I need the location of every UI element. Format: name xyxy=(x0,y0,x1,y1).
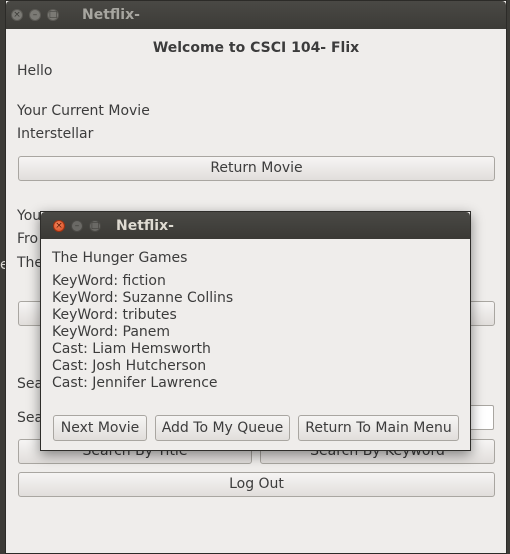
movie-detail-line: KeyWord: Panem xyxy=(52,324,171,340)
close-icon[interactable]: × xyxy=(11,9,23,21)
maximize-icon[interactable]: □ xyxy=(47,9,59,21)
minimize-icon[interactable]: – xyxy=(29,9,41,21)
close-icon[interactable]: × xyxy=(53,220,65,232)
movie-dialog: × – □ Netflix- The Hunger Games KeyWord:… xyxy=(40,211,471,451)
greeting-text: Hello xyxy=(17,63,53,79)
current-movie-label: Your Current Movie xyxy=(17,103,150,119)
return-to-main-menu-button[interactable]: Return To Main Menu xyxy=(298,415,459,441)
main-titlebar[interactable]: × – □ Netflix- xyxy=(6,1,506,29)
movie-detail-line: Cast: Jennifer Lawrence xyxy=(52,375,218,391)
next-movie-button[interactable]: Next Movie xyxy=(53,415,147,441)
dialog-title: Netflix- xyxy=(116,218,174,234)
current-movie-value: Interstellar xyxy=(17,126,94,142)
front-label-partial: Fro xyxy=(17,231,39,247)
dialog-titlebar[interactable]: × – □ Netflix- xyxy=(41,212,470,239)
logout-button[interactable]: Log Out xyxy=(18,472,495,497)
welcome-heading: Welcome to CSCI 104- Flix xyxy=(152,40,360,56)
movie-title: The Hunger Games xyxy=(52,250,188,266)
movie-detail-line: Cast: Josh Hutcherson xyxy=(52,358,207,374)
minimize-icon[interactable]: – xyxy=(71,220,83,232)
movie-detail-line: KeyWord: tributes xyxy=(52,307,177,323)
maximize-icon[interactable]: □ xyxy=(89,220,101,232)
main-window-title: Netflix- xyxy=(82,7,140,23)
add-to-queue-button[interactable]: Add To My Queue xyxy=(155,415,290,441)
return-movie-button[interactable]: Return Movie xyxy=(18,156,495,181)
queue-label-partial: You xyxy=(17,208,42,224)
movie-detail-line: Cast: Liam Hemsworth xyxy=(52,341,211,357)
movie-detail-line: KeyWord: Suzanne Collins xyxy=(52,290,234,306)
movie-detail-line: KeyWord: fiction xyxy=(52,273,166,289)
